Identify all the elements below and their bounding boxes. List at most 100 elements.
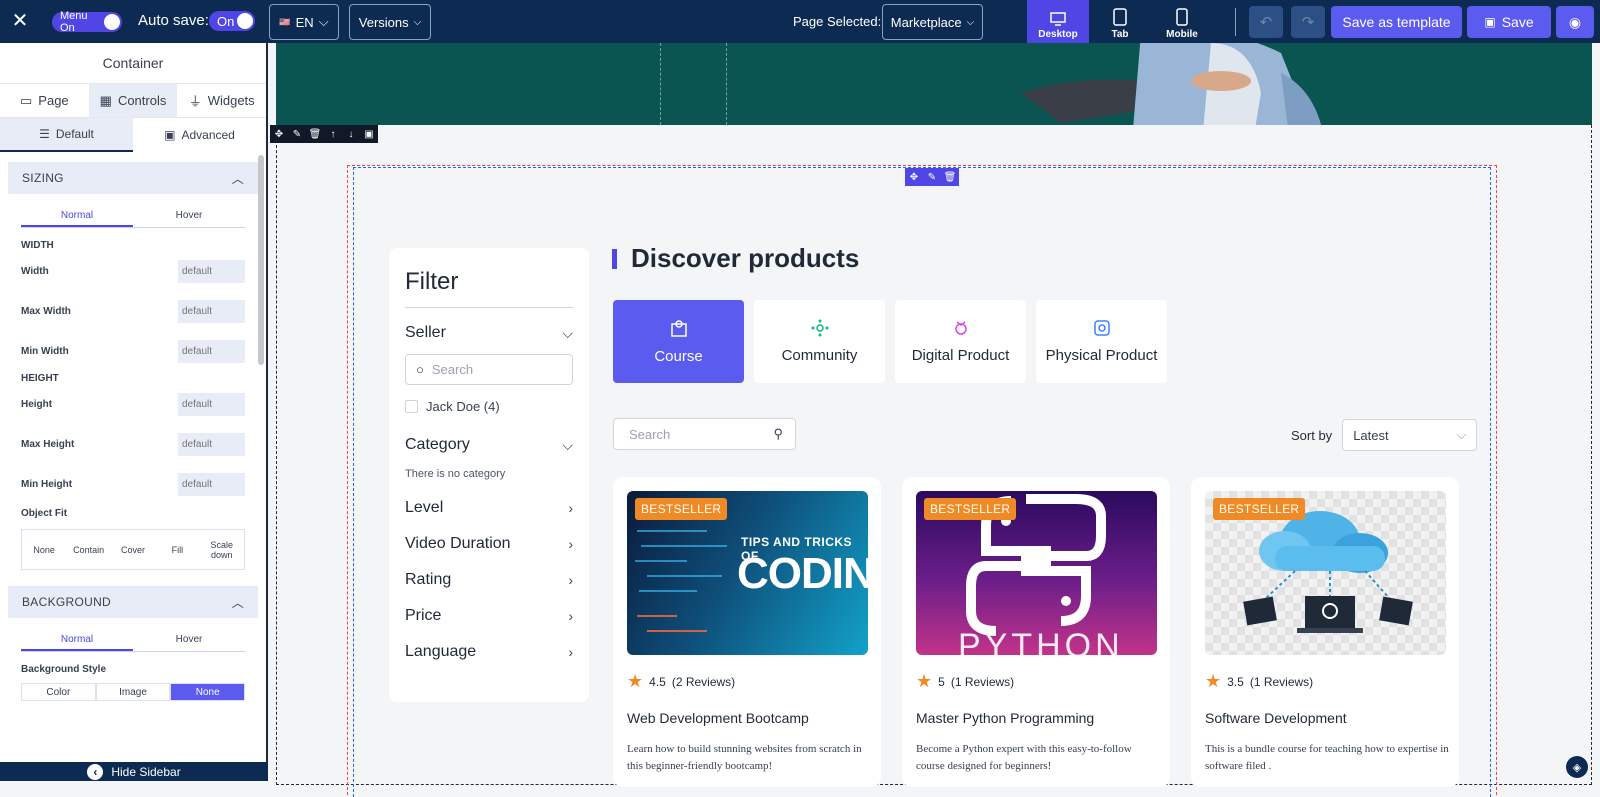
versions-button[interactable]: Versions ⌵ — [349, 4, 431, 40]
editor-canvas: ✥ ✎ 🗑 ↑ ↓ ▣ ✥ ✎ 🗑 Filter Seller ⌵ ○ Search… — [270, 43, 1600, 797]
type-physical-product-label: Physical Product — [1045, 347, 1158, 364]
desktop-icon — [1050, 12, 1066, 26]
page-icon: ▭ — [20, 92, 33, 108]
product-card[interactable]: TIPS AND TRICKS OF CODING BESTSELLER ★ 4.… — [613, 477, 881, 787]
width-label: Width — [21, 265, 49, 277]
chevron-right-icon: › — [568, 536, 573, 552]
background-section-header[interactable]: BACKGROUND ︿ — [8, 586, 258, 618]
save-button[interactable]: ▣ Save — [1467, 6, 1551, 38]
tab-widgets[interactable]: ⏚ Widgets — [177, 84, 266, 117]
object-fit-options: None Contain Cover Fill Scale down — [21, 529, 245, 570]
page-select[interactable]: Marketplace ⌵ — [882, 4, 983, 40]
hide-sidebar-button[interactable]: ‹ Hide Sidebar — [0, 762, 268, 781]
device-mobile[interactable]: Mobile — [1151, 0, 1213, 46]
sizing-normal-tab[interactable]: Normal — [21, 204, 133, 227]
filter-level[interactable]: Level › — [405, 499, 573, 517]
seller-option[interactable]: Jack Doe (4) — [405, 399, 573, 414]
background-normal-tab[interactable]: Normal — [21, 628, 133, 651]
background-hover-tab[interactable]: Hover — [133, 628, 245, 651]
sizing-section-header[interactable]: SIZING ︿ — [8, 162, 258, 194]
undo-button[interactable]: ↶ — [1249, 6, 1283, 38]
close-icon[interactable]: ✕ — [10, 11, 30, 31]
width-input[interactable] — [178, 259, 245, 283]
device-tab[interactable]: Tab — [1089, 0, 1151, 46]
subtab-default[interactable]: ☰ Default — [0, 118, 133, 152]
device-desktop-label: Desktop — [1038, 29, 1078, 40]
product-card[interactable]: BESTSELLER ★ 3.5 (1 Reviews) Software Deve… — [1191, 477, 1459, 787]
filter-price[interactable]: Price › — [405, 607, 573, 625]
rating-value: 4.5 — [649, 674, 666, 689]
max-height-input[interactable] — [178, 432, 245, 456]
type-course[interactable]: Course — [613, 300, 744, 383]
category-label: Category — [405, 436, 470, 453]
filter-panel: Filter Seller ⌵ ○ Search Jack Doe (4) Cate… — [389, 248, 589, 702]
checkbox[interactable] — [405, 400, 418, 413]
edit-icon[interactable]: ✎ — [923, 168, 941, 186]
physical-product-icon — [1093, 320, 1110, 336]
min-width-input[interactable] — [178, 339, 245, 363]
sidebar-scrollbar[interactable] — [258, 155, 264, 365]
layers-icon[interactable]: ◈ — [1566, 756, 1588, 778]
seller-search-input[interactable]: ○ Search — [405, 354, 573, 385]
type-physical-product[interactable]: Physical Product — [1036, 300, 1167, 383]
sort-select[interactable]: Latest ⌵ — [1342, 419, 1478, 451]
background-header-label: BACKGROUND — [22, 595, 112, 609]
sidebar-tabs: ▭ Page ▦ Controls ⏚ Widgets — [0, 84, 266, 118]
min-height-input[interactable] — [178, 472, 245, 496]
product-search-input[interactable]: Search ⚲ — [613, 418, 796, 450]
trash-icon[interactable]: 🗑 — [941, 168, 959, 186]
product-type-tabs: Course Community Digital Product Physica… — [613, 300, 1167, 383]
category-empty-note: There is no category — [405, 468, 506, 480]
product-name[interactable]: Web Development Bootcamp — [627, 710, 809, 726]
hero-person-image — [1021, 43, 1322, 125]
height-input[interactable] — [178, 392, 245, 416]
fit-none[interactable]: None — [24, 545, 64, 555]
filter-rating-label: Rating — [405, 571, 452, 588]
autosave-toggle[interactable]: On — [209, 11, 255, 31]
sidebar-title: Container — [0, 43, 266, 84]
device-desktop[interactable]: Desktop — [1027, 0, 1089, 46]
filter-video-duration[interactable]: Video Duration › — [405, 535, 573, 553]
bg-style-color[interactable]: Color — [21, 683, 96, 701]
redo-button[interactable]: ↷ — [1291, 6, 1325, 38]
product-description: Learn how to build stunning websites fro… — [627, 743, 862, 772]
product-name[interactable]: Master Python Programming — [916, 710, 1094, 726]
bg-style-image[interactable]: Image — [95, 683, 171, 701]
chevron-down-icon: ⌵ — [966, 16, 975, 28]
menu-toggle[interactable]: Menu On — [52, 10, 122, 34]
bg-style-none[interactable]: None — [170, 683, 246, 701]
sort-control: Sort by Latest ⌵ — [1291, 419, 1478, 451]
type-community[interactable]: Community — [754, 300, 885, 383]
preview-button[interactable]: ◉ — [1556, 6, 1594, 38]
tab-controls[interactable]: ▦ Controls — [88, 84, 178, 117]
width-row: Width — [21, 251, 245, 291]
product-name[interactable]: Software Development — [1205, 710, 1347, 726]
redo-icon: ↷ — [1301, 14, 1315, 31]
tab-page[interactable]: ▭ Page — [0, 84, 89, 117]
eye-icon: ◉ — [1568, 13, 1582, 30]
save-template-button[interactable]: Save as template — [1331, 6, 1462, 38]
max-width-input[interactable] — [178, 299, 245, 323]
fit-scale-down[interactable]: Scale down — [202, 540, 242, 560]
fit-contain[interactable]: Contain — [69, 545, 109, 555]
tablet-icon — [1113, 8, 1127, 26]
background-style-label: Background Style — [21, 664, 107, 675]
language-label: EN — [295, 14, 314, 30]
fit-cover[interactable]: Cover — [113, 545, 153, 555]
filter-rating[interactable]: Rating › — [405, 571, 573, 589]
move-icon[interactable]: ✥ — [905, 168, 923, 186]
background-mode-tabs: Normal Hover — [21, 628, 245, 652]
star-icon: ★ — [1205, 671, 1222, 691]
subtab-advanced[interactable]: ▣ Advanced — [133, 118, 266, 152]
category-toggle[interactable]: Category ⌵ — [405, 436, 573, 454]
rating-value: 3.5 — [1227, 674, 1244, 689]
filter-language[interactable]: Language › — [405, 643, 573, 661]
sizing-hover-tab[interactable]: Hover — [133, 204, 245, 227]
seller-toggle[interactable]: Seller ⌵ — [405, 324, 573, 342]
tab-controls-label: Controls — [117, 93, 167, 108]
language-select[interactable]: 🇺🇸 EN ⌵ — [269, 4, 339, 40]
product-card[interactable]: PYTHON BESTSELLER ★ 5 (1 Reviews) Master P… — [902, 477, 1170, 787]
container-toolbar: ✥ ✎ 🗑 — [905, 168, 959, 186]
fit-fill[interactable]: Fill — [157, 545, 197, 555]
type-digital-product[interactable]: Digital Product — [895, 300, 1026, 383]
